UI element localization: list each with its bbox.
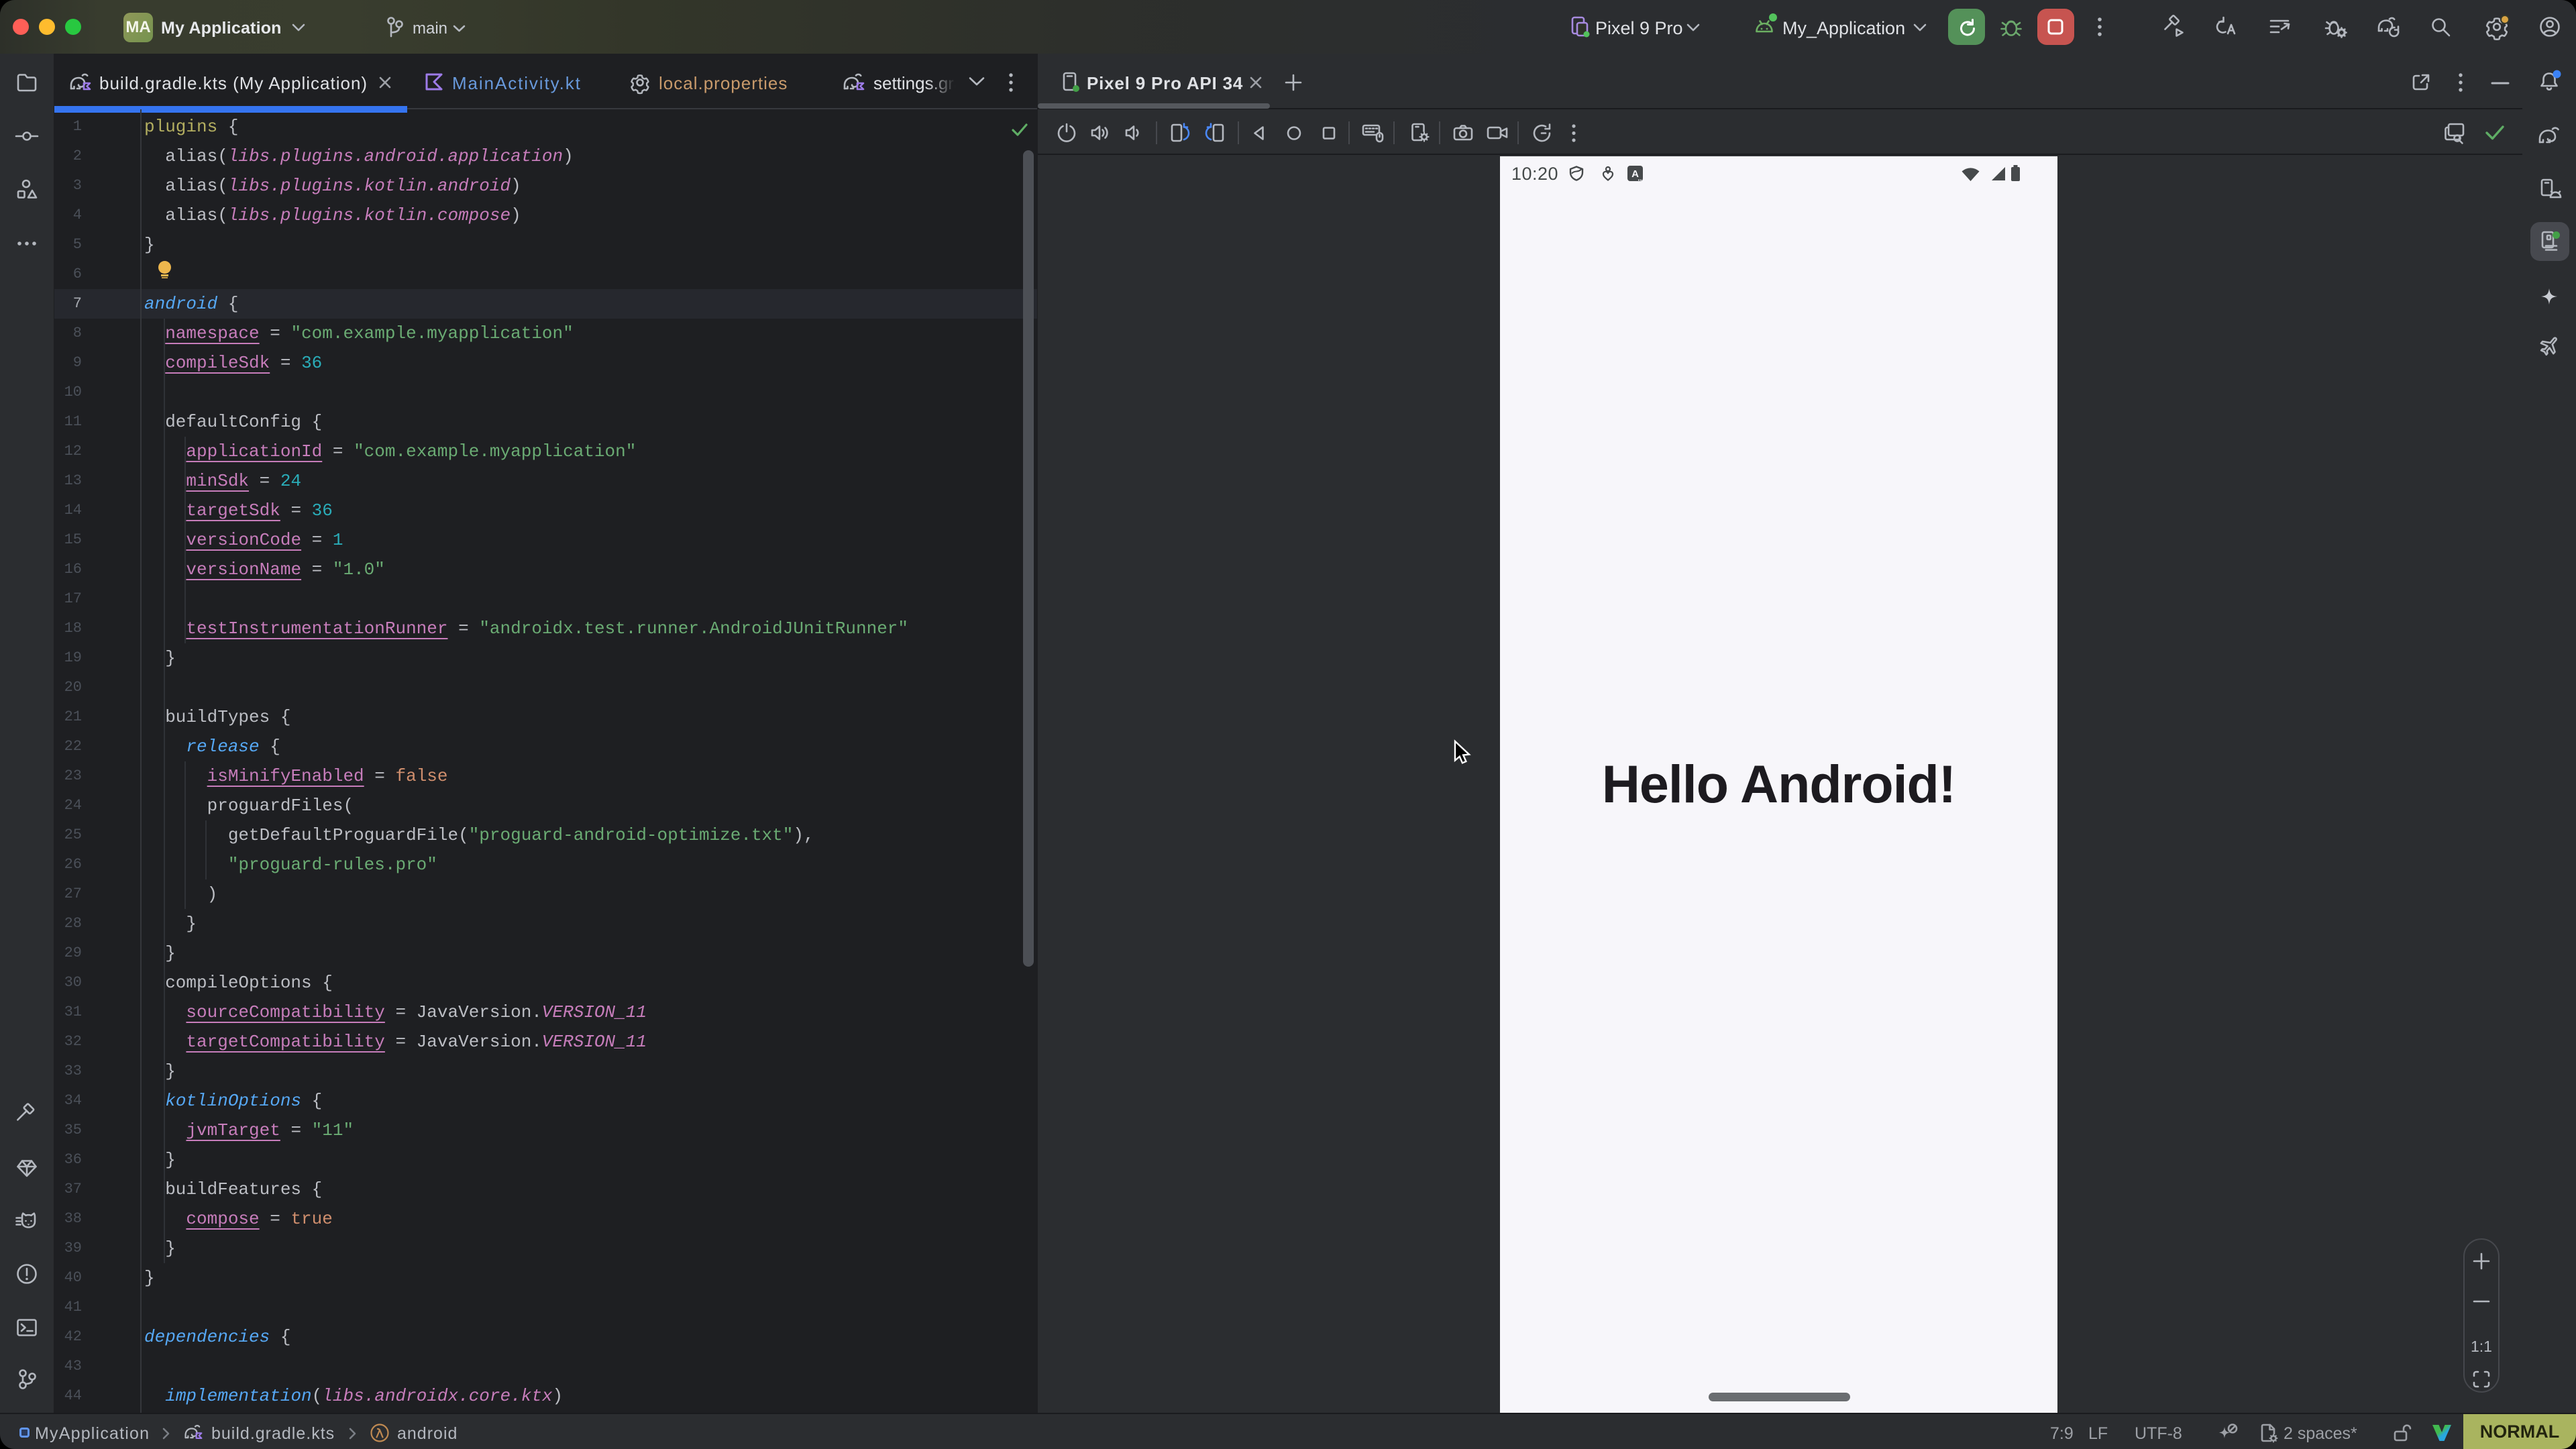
svg-text:A: A [1631,168,1639,180]
